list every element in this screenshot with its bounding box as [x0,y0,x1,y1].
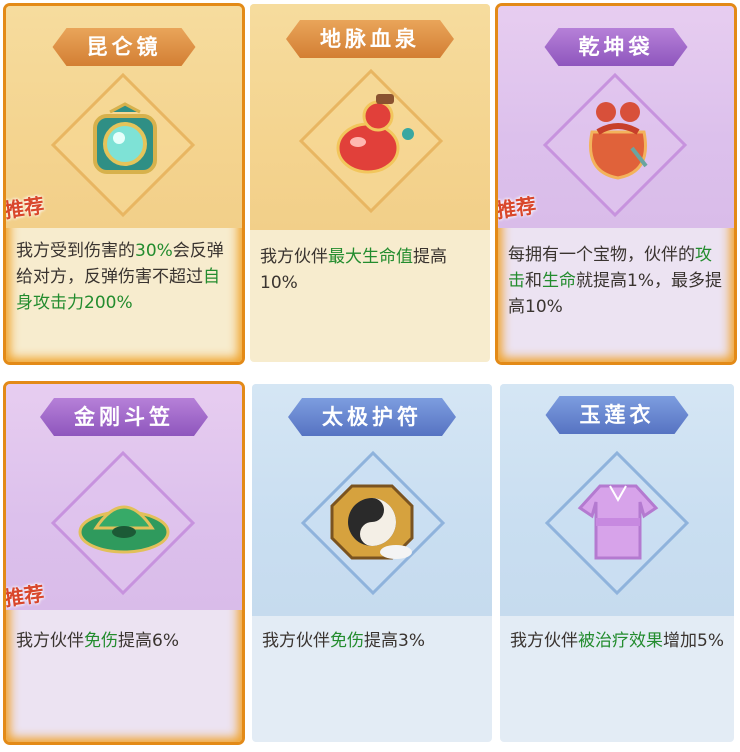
card-description: 每拥有一个宝物，伙伴的攻击和生命就提高1%，最多提高10% [508,242,724,320]
desc-text: 我方伙伴 [260,247,328,267]
desc-text: 我方伙伴 [262,631,330,651]
desc-highlight: 生命 [542,271,576,291]
desc-highlight: 30% [135,241,173,261]
card-description: 我方伙伴被治疗效果增加5% [510,628,724,654]
gourd-icon [336,94,414,174]
desc-text: 我方受到伤害的 [16,241,135,261]
card-kunlun-mirror[interactable]: 昆仑镜 推荐 我方受到伤害的30%会反弹给对方，反弹伤害不超过自身攻击力200% [6,6,242,362]
desc-text: 提高3% [364,631,425,651]
card-description: 我方伙伴免伤提高3% [262,628,482,654]
card-title-banner: 昆仑镜 [53,28,196,66]
robe-icon [577,484,659,560]
desc-text: 每拥有一个宝物，伙伴的 [508,245,695,265]
card-title-banner: 乾坤袋 [545,28,688,66]
card-vajra-hat[interactable]: 金刚斗笠 推荐 我方伙伴免伤提高6% [6,384,242,742]
card-title-banner: 金刚斗笠 [40,398,208,436]
card-description: 我方伙伴免伤提高6% [16,628,232,654]
card-jade-lotus-robe[interactable]: 玉莲衣 我方伙伴被治疗效果增加5% [500,384,734,742]
taiji-icon [330,484,414,560]
card-title-banner: 太极护符 [288,398,456,436]
card-earth-blood-spring[interactable]: 地脉血泉 我方伙伴最大生命值提高10% [250,4,490,362]
card-taiji-amulet[interactable]: 太极护符 我方伙伴免伤提高3% [252,384,492,742]
desc-text: 和 [525,271,542,291]
desc-text: 我方伙伴 [510,631,578,651]
card-title-banner: 地脉血泉 [286,20,454,58]
desc-highlight: 最大生命值 [328,247,413,267]
recommended-badge: 推荐 [6,193,46,223]
desc-text: 增加5% [663,631,724,651]
hat-icon [78,505,170,554]
desc-highlight: 免伤 [330,631,364,651]
card-description: 我方受到伤害的30%会反弹给对方，反弹伤害不超过自身攻击力200% [16,238,232,316]
desc-highlight: 被治疗效果 [578,631,663,651]
desc-highlight: 免伤 [84,631,118,651]
card-description: 我方伙伴最大生命值提高10% [260,244,480,296]
recommended-badge: 推荐 [498,193,538,223]
desc-text: 我方伙伴 [16,631,84,651]
mirror-icon [93,102,157,174]
bag-icon [589,102,648,180]
desc-text: 提高6% [118,631,179,651]
card-title-banner: 玉莲衣 [546,396,689,434]
card-qiankun-bag[interactable]: 乾坤袋 推荐 每拥有一个宝物，伙伴的攻击和生命就提高1%，最多提高10% [498,6,734,362]
recommended-badge: 推荐 [6,581,46,611]
